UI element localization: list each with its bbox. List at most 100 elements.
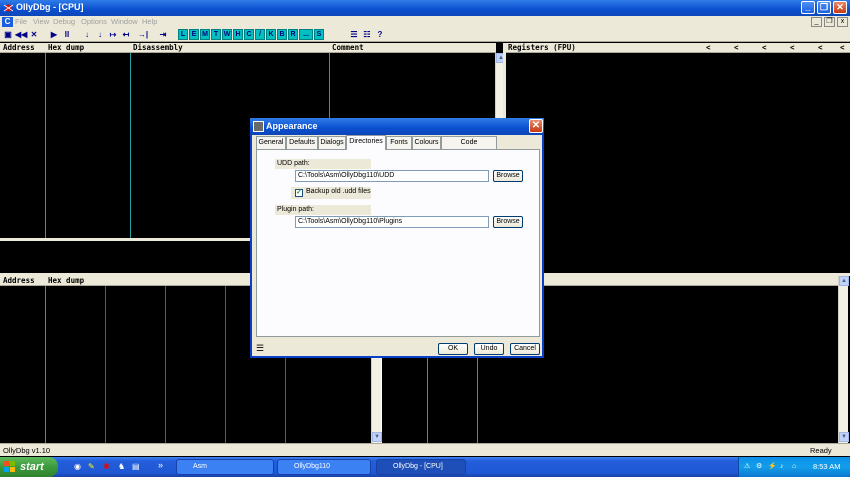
- close-program-icon[interactable]: ✕: [28, 29, 40, 40]
- execute-till-return-icon[interactable]: →|: [137, 29, 149, 40]
- step-over-icon[interactable]: ↓: [94, 29, 106, 40]
- quicklaunch-chevron[interactable]: »: [158, 460, 163, 470]
- appearance-icon[interactable]: ☷: [361, 29, 373, 40]
- toolbar-windows-button[interactable]: W: [222, 29, 232, 40]
- tab-directories[interactable]: Directories: [346, 135, 386, 150]
- toolbar-executables-button[interactable]: E: [189, 29, 199, 40]
- menu-window[interactable]: Window: [111, 17, 138, 26]
- close-button[interactable]: ✕: [833, 1, 847, 14]
- column-address[interactable]: Address: [3, 43, 35, 53]
- toolbar-threads-button[interactable]: T: [211, 29, 221, 40]
- browse-plugin-button[interactable]: Browse: [493, 216, 523, 228]
- toolbar-cpu-button[interactable]: C: [244, 29, 254, 40]
- list-icon[interactable]: ☰: [256, 343, 266, 353]
- clock[interactable]: 8:53 AM: [813, 457, 841, 477]
- menu-bar: C File View Debug Options Window Help _ …: [0, 16, 850, 28]
- column-hex-dump[interactable]: Hex dump: [48, 43, 84, 53]
- dialog-close-button[interactable]: ✕: [529, 119, 543, 133]
- tab-colours[interactable]: Colours: [412, 136, 441, 149]
- reg-arrow[interactable]: <: [818, 43, 823, 53]
- toolbar-runtrace-button[interactable]: ...: [299, 29, 313, 40]
- reg-arrow[interactable]: <: [790, 43, 795, 53]
- reg-arrow[interactable]: <: [840, 43, 845, 53]
- column-address[interactable]: Address: [3, 276, 35, 286]
- tray-icon[interactable]: ⚡: [768, 457, 777, 477]
- scroll-down-arrow[interactable]: ▼: [839, 432, 849, 442]
- ok-button[interactable]: OK: [438, 343, 468, 355]
- pause-icon[interactable]: II: [61, 29, 73, 40]
- scroll-down-arrow[interactable]: ▼: [372, 432, 382, 442]
- backup-checkbox[interactable]: ✓: [295, 189, 303, 197]
- quicklaunch-icon[interactable]: ✎: [88, 462, 95, 471]
- column-comment[interactable]: Comment: [332, 43, 364, 53]
- mdi-restore-button[interactable]: ❐: [824, 17, 835, 27]
- toolbar-source-button[interactable]: S: [314, 29, 324, 40]
- menu-file[interactable]: File: [15, 17, 27, 26]
- reg-arrow[interactable]: <: [734, 43, 739, 53]
- column-hex-dump[interactable]: Hex dump: [48, 276, 84, 286]
- tab-code-highlighting[interactable]: Code highlighting: [441, 136, 497, 158]
- dialog-icon: [253, 121, 264, 132]
- stack-scrollbar[interactable]: ▲ ▼: [838, 276, 849, 443]
- network-icon[interactable]: ⌂: [792, 457, 796, 477]
- registers-title[interactable]: Registers (FPU): [508, 43, 576, 53]
- appearance-dialog: Appearance ✕ General Defaults Dialogs Di…: [250, 118, 544, 358]
- toolbar-patches-button[interactable]: /: [255, 29, 265, 40]
- udd-path-field[interactable]: C:\Tools\Asm\OllyDbg110\UDD: [295, 170, 489, 182]
- reg-arrow[interactable]: <: [762, 43, 767, 53]
- tab-general[interactable]: General: [256, 136, 286, 149]
- toolbar-handles-button[interactable]: H: [233, 29, 243, 40]
- options-icon[interactable]: ☰: [348, 29, 360, 40]
- mdi-minimize-button[interactable]: _: [811, 17, 822, 27]
- tray-icon[interactable]: ⚠: [744, 457, 750, 477]
- tab-defaults[interactable]: Defaults: [286, 136, 318, 149]
- tab-fonts[interactable]: Fonts: [386, 136, 412, 149]
- dump-column-divider: [45, 286, 46, 443]
- task-ollydbg110[interactable]: OllyDbg110: [277, 459, 371, 475]
- toolbar-callstack-button[interactable]: K: [266, 29, 276, 40]
- ie-icon[interactable]: ◉: [74, 462, 81, 471]
- tab-dialogs[interactable]: Dialogs: [318, 136, 346, 149]
- minimize-button[interactable]: _: [801, 1, 815, 14]
- menu-options[interactable]: Options: [81, 17, 107, 26]
- menu-help[interactable]: Help: [142, 17, 157, 26]
- menu-view[interactable]: View: [33, 17, 49, 26]
- toolbar-breakpoints-button[interactable]: B: [277, 29, 287, 40]
- step-into-icon[interactable]: ↓: [81, 29, 93, 40]
- restore-button[interactable]: ❐: [817, 1, 831, 14]
- scroll-up-arrow[interactable]: ▲: [839, 276, 849, 286]
- volume-icon[interactable]: ♪: [780, 457, 784, 477]
- column-disassembly[interactable]: Disassembly: [133, 43, 183, 53]
- browse-udd-button[interactable]: Browse: [493, 170, 523, 182]
- mdi-close-button[interactable]: x: [837, 17, 848, 27]
- task-ollydbg-cpu[interactable]: OllyDbg - [CPU]: [376, 459, 466, 475]
- undo-button[interactable]: Undo: [474, 343, 504, 355]
- ollydbg-quicklaunch-icon[interactable]: ✱: [103, 462, 110, 471]
- status-text: OllyDbg v1.10: [3, 446, 51, 455]
- start-label: start: [20, 461, 44, 473]
- toolbar-references-button[interactable]: R: [288, 29, 298, 40]
- goto-icon[interactable]: ⇥: [157, 29, 169, 40]
- rewind-icon[interactable]: ◀◀: [15, 29, 27, 40]
- task-asm[interactable]: Asm: [176, 459, 274, 475]
- cancel-button[interactable]: Cancel: [510, 343, 540, 355]
- toolbar: ▣ ◀◀ ✕ ▶ II ↓ ↓ ↦ ↤ →| ⇥ L E M T W H C /…: [0, 28, 850, 42]
- trace-into-icon[interactable]: ↦: [107, 29, 119, 40]
- cpu-window-icon[interactable]: C: [2, 17, 13, 27]
- quicklaunch-icon[interactable]: ♞: [118, 462, 125, 471]
- help-icon[interactable]: ?: [374, 29, 386, 40]
- toolbar-memory-button[interactable]: M: [200, 29, 210, 40]
- menu-debug[interactable]: Debug: [53, 17, 75, 26]
- reg-arrow[interactable]: <: [706, 43, 711, 53]
- toolbar-log-button[interactable]: L: [178, 29, 188, 40]
- open-icon[interactable]: ▣: [2, 29, 14, 40]
- dialog-titlebar[interactable]: Appearance ✕: [250, 118, 544, 135]
- disasm-header: Address Hex dump Disassembly Comment: [0, 43, 496, 53]
- trace-over-icon[interactable]: ↤: [120, 29, 132, 40]
- start-button[interactable]: start: [0, 457, 58, 477]
- show-desktop-icon[interactable]: ▤: [132, 462, 140, 471]
- tray-icon[interactable]: ⚙: [756, 457, 762, 477]
- plugin-path-field[interactable]: C:\Tools\Asm\OllyDbg110\Plugins: [295, 216, 489, 228]
- app-titlebar[interactable]: OllyDbg - [CPU] _ ❐ ✕: [0, 0, 850, 16]
- run-icon[interactable]: ▶: [48, 29, 60, 40]
